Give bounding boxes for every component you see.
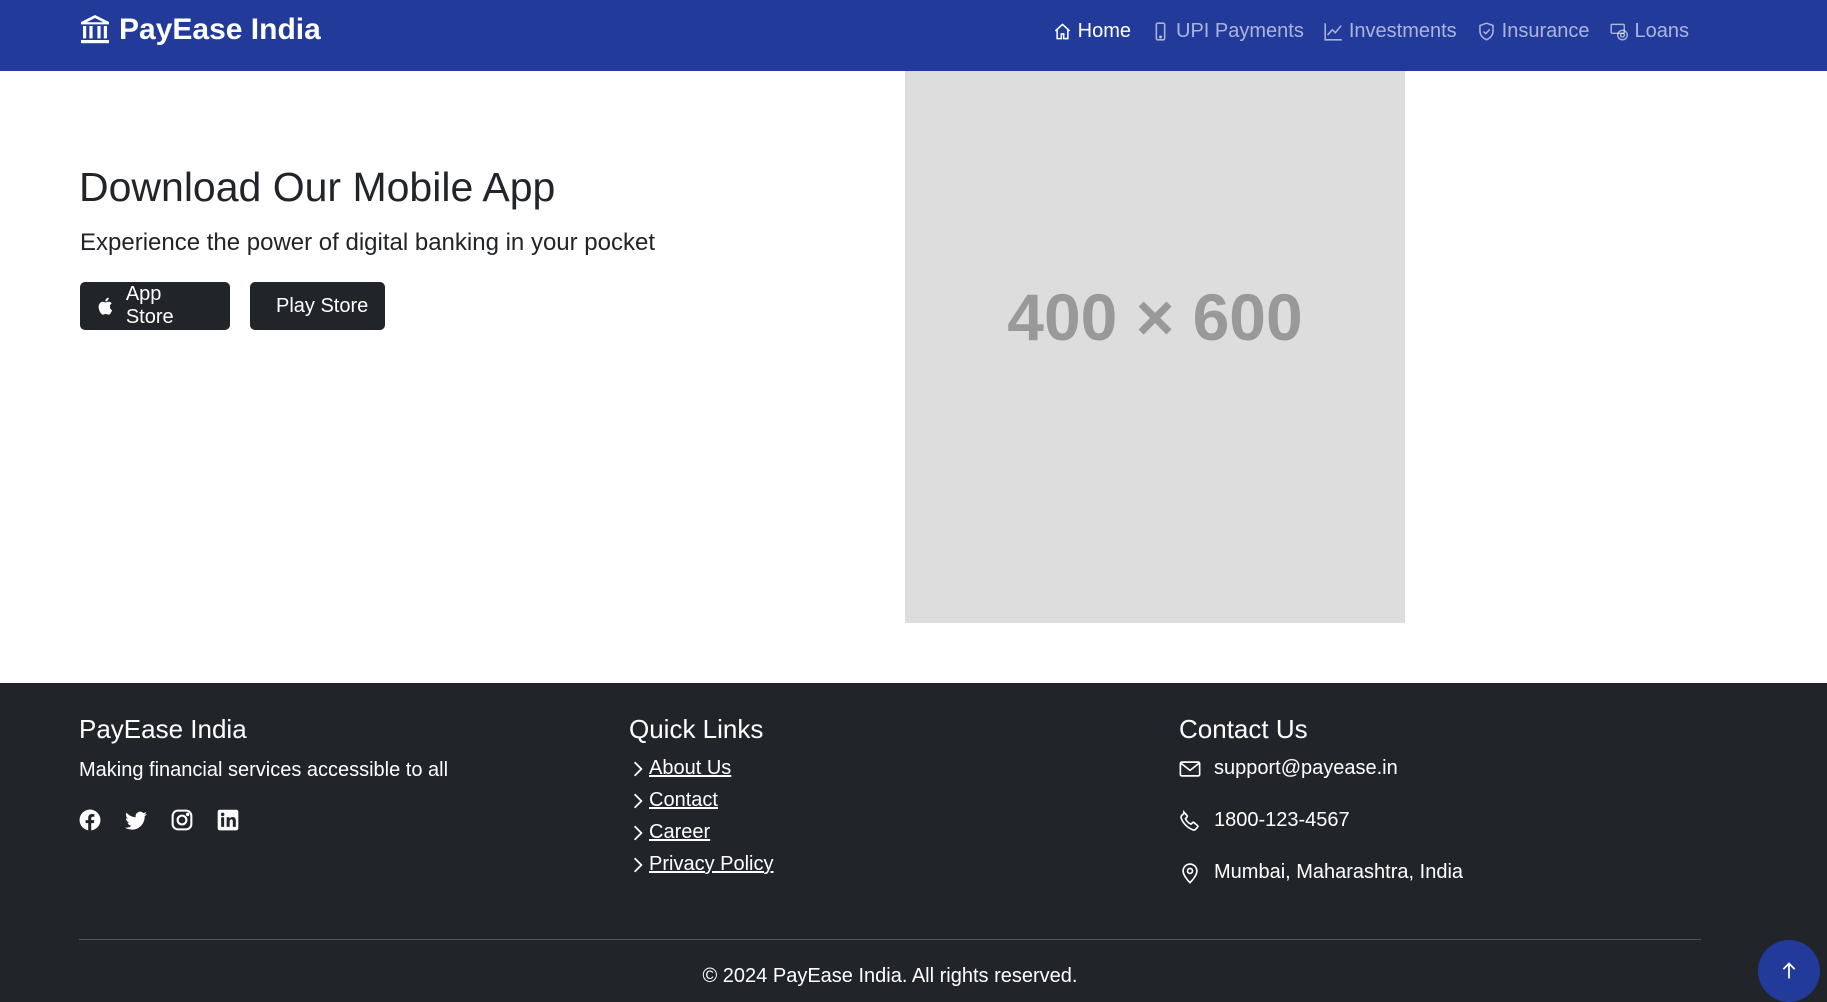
contact-email: support@payease.in	[1179, 757, 1398, 780]
bank-icon	[81, 15, 109, 44]
graph-up-icon	[1324, 22, 1342, 41]
contact-phone-text: 1800-123-4567	[1214, 809, 1350, 831]
twitter-link[interactable]	[125, 809, 147, 831]
linkedin-link[interactable]	[217, 809, 239, 831]
back-to-top-button[interactable]	[1758, 940, 1820, 1002]
contact-email-text: support@payease.in	[1214, 757, 1398, 779]
chevron-right-icon	[633, 825, 643, 840]
nav-menu: Home UPI Payments Investments Insurance …	[1033, 17, 1689, 45]
nav-item-insurance[interactable]: Insurance	[1477, 20, 1590, 43]
contact-phone: 1800-123-4567	[1179, 809, 1350, 832]
instagram-icon	[171, 809, 193, 831]
envelope-icon	[1179, 760, 1201, 777]
telephone-icon	[1180, 809, 1199, 831]
quick-link-about-label[interactable]: About Us	[649, 757, 731, 780]
contact-address-text: Mumbai, Maharashtra, India	[1214, 861, 1464, 883]
footer-about-title: PayEase India	[79, 714, 247, 744]
brand-link[interactable]: PayEase India	[79, 12, 321, 48]
app-image-placeholder: 400 × 600	[905, 71, 1405, 623]
social-links	[79, 809, 263, 831]
brand-name: PayEase India	[119, 13, 321, 46]
nav-label-loans: Loans	[1634, 19, 1690, 42]
instagram-link[interactable]	[171, 809, 193, 831]
copyright-text: © 2024 PayEase India. All rights reserve…	[702, 965, 1078, 987]
linkedin-icon	[217, 809, 239, 831]
contact-address: Mumbai, Maharashtra, India	[1179, 861, 1463, 884]
nav-label-upi-payments: UPI Payments	[1176, 19, 1304, 42]
app-store-button[interactable]: App Store	[80, 282, 230, 330]
quick-link-about[interactable]: About Us	[629, 757, 731, 780]
nav-label-investments: Investments	[1348, 19, 1457, 42]
placeholder-dimensions: 400 × 600	[1007, 280, 1303, 354]
play-store-button[interactable]: Play Store	[250, 282, 385, 330]
play-store-label: Play Store	[276, 294, 369, 317]
house-icon	[1054, 22, 1070, 39]
facebook-link[interactable]	[79, 809, 101, 831]
quick-link-career[interactable]: Career	[629, 821, 710, 844]
top-navbar: PayEase India Home UPI Payments Investme…	[0, 0, 1827, 71]
footer-divider	[79, 939, 1701, 940]
nav-item-loans[interactable]: Loans	[1609, 19, 1690, 43]
app-store-label: App Store	[125, 283, 174, 328]
facebook-icon	[79, 809, 101, 831]
nav-label-insurance: Insurance	[1501, 19, 1590, 42]
nav-label-home: Home	[1077, 19, 1131, 42]
quick-link-privacy-policy[interactable]: Privacy Policy	[629, 853, 773, 876]
footer-quick-links-title: Quick Links	[629, 714, 764, 744]
twitter-icon	[125, 811, 147, 830]
footer: PayEase India Making financial services …	[0, 683, 1827, 1002]
apple-icon	[98, 297, 113, 315]
chevron-right-icon	[633, 857, 643, 872]
quick-link-contact-label[interactable]: Contact	[649, 789, 718, 812]
footer-contact-title: Contact Us	[1179, 714, 1308, 744]
cash-coin-icon	[1609, 23, 1628, 41]
nav-item-home[interactable]: Home	[1053, 20, 1131, 43]
chevron-right-icon	[633, 793, 643, 808]
nav-item-upi-payments[interactable]: UPI Payments	[1151, 20, 1304, 43]
hero-subtitle: Experience the power of digital banking …	[80, 229, 656, 256]
nav-item-investments[interactable]: Investments	[1324, 20, 1457, 43]
footer-about-text: Making financial services accessible to …	[79, 759, 449, 781]
quick-link-contact[interactable]: Contact	[629, 789, 718, 812]
chevron-right-icon	[633, 761, 643, 776]
geo-alt-icon	[1182, 862, 1198, 884]
quick-link-career-label[interactable]: Career	[649, 821, 710, 844]
quick-link-privacy-policy-label[interactable]: Privacy Policy	[649, 853, 773, 876]
hero-title: Download Our Mobile App	[79, 164, 556, 210]
phone-icon	[1155, 21, 1166, 41]
shield-check-icon	[1478, 21, 1494, 41]
arrow-up-icon	[1782, 962, 1796, 979]
